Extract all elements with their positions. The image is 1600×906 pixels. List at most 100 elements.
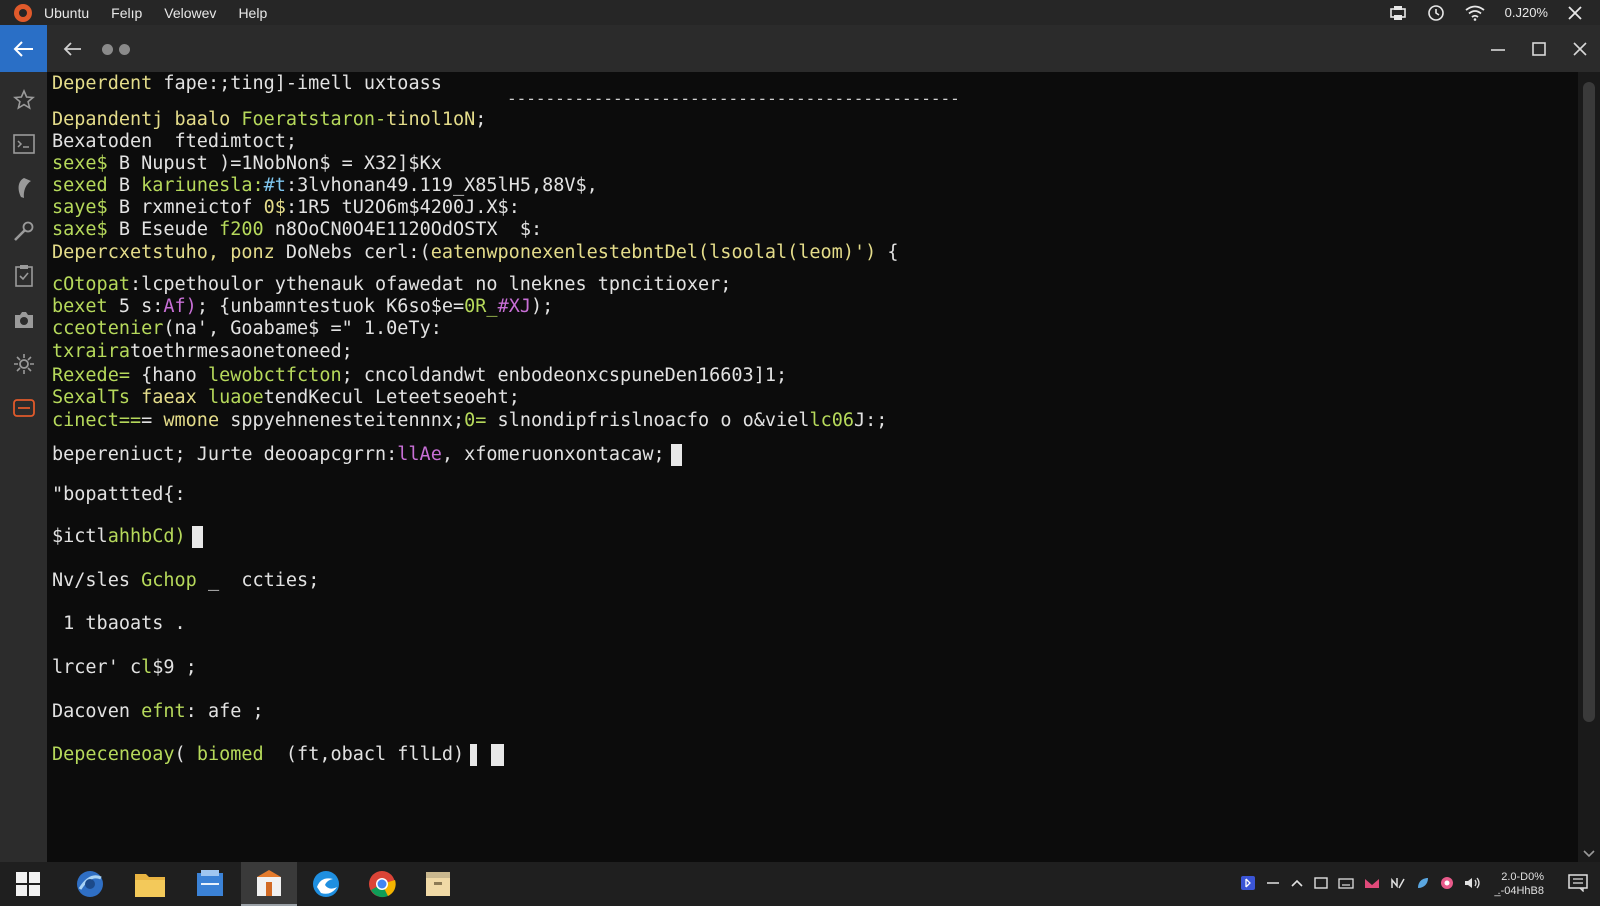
menu-help[interactable]: Help — [238, 5, 267, 21]
menu-velowev[interactable]: Velowev — [164, 5, 216, 21]
minimize-button[interactable] — [1477, 25, 1518, 72]
bluetooth-icon[interactable] — [1240, 875, 1256, 894]
terminal-token: 0$ — [263, 197, 286, 218]
status-percentage: 0.J20% — [1504, 5, 1548, 20]
taskbar-clock[interactable]: 2.0-D0% ̲.-04HhB8 — [1498, 870, 1544, 898]
terminal-token: &viel — [753, 410, 810, 431]
archive-icon[interactable] — [410, 862, 466, 906]
keyboard-icon[interactable] — [1337, 876, 1354, 893]
nav-back-button[interactable] — [58, 34, 88, 64]
terminal-token: lc06 — [809, 410, 854, 431]
terminal-token: n8OoCN0O4E1120OdOSTX $: — [274, 219, 543, 240]
terminal-token: fape:;ting]-imell — [163, 73, 353, 94]
terminal-token: saxe$ — [52, 219, 108, 240]
terminal-line: sexed B kariunesla:#t:3lvhonan49.119_X85… — [52, 175, 598, 197]
terminal-line: txrairatoethrmesaonetoneed; — [52, 341, 353, 363]
terminal-token: ; — [475, 109, 487, 130]
terminal-line: Nv/sles Gchop _ ccties; — [52, 570, 319, 592]
settings-icon[interactable] — [0, 342, 47, 386]
window-icon[interactable] — [1313, 876, 1328, 893]
terminal-token: #t — [263, 175, 286, 196]
file-explorer-icon[interactable] — [122, 862, 178, 906]
scrollbar-thumb[interactable] — [1583, 82, 1595, 722]
terminal-token: l — [141, 657, 153, 678]
network-icon[interactable] — [1390, 876, 1406, 893]
window-title-bar — [0, 25, 1600, 72]
terminal-token: :3lvhonan49.119_X85lH5,88V$, — [285, 175, 598, 196]
terminal-token: pcgrrn: — [319, 444, 398, 465]
wifi-icon[interactable] — [1465, 5, 1485, 21]
ubuntu-logo-icon[interactable] — [14, 3, 32, 22]
terminal-token: Eseude — [141, 219, 208, 240]
tab-dots[interactable] — [102, 44, 130, 55]
tag-icon[interactable] — [0, 166, 47, 210]
terminal-token: Gchop — [141, 570, 197, 591]
terminal-token: DoNebs cerl:( — [274, 242, 431, 263]
chevron-up-icon[interactable] — [1290, 876, 1304, 893]
terminal-line: 1 tbaoats . — [52, 613, 186, 634]
terminal-token: _ ccties; — [196, 570, 320, 591]
chrome-icon[interactable] — [354, 862, 410, 906]
terminal-token: llAe — [397, 444, 442, 465]
inbox-icon[interactable] — [0, 386, 47, 430]
menu-ubuntu[interactable]: Ubuntu — [44, 5, 89, 21]
dash-icon[interactable] — [1266, 876, 1280, 893]
terminal-token: cceotenier — [52, 318, 164, 339]
clock-line-1: 2.0-D0% — [1501, 871, 1544, 883]
mail-icon[interactable] — [1364, 876, 1380, 893]
edge-icon[interactable] — [298, 862, 354, 906]
terminal-token: cinect== — [52, 410, 142, 431]
terminal-token: Af) — [163, 296, 197, 317]
leaf-icon[interactable] — [1416, 876, 1430, 893]
chevron-down-icon[interactable] — [1582, 848, 1596, 858]
terminal-line: Depandentj baalo Foeratstaron-tinol1oN; — [52, 109, 486, 131]
terminal-token: ; {unbamntestuok K6so$e= — [196, 296, 465, 317]
terminal-token: SexalTs — [52, 387, 130, 408]
volume-icon[interactable] — [1464, 876, 1482, 893]
package-icon[interactable] — [241, 862, 297, 906]
terminal-token: B — [118, 219, 130, 240]
camera-icon[interactable] — [0, 298, 47, 342]
documents-icon[interactable] — [182, 862, 238, 906]
terminal-panel-icon[interactable] — [0, 122, 47, 166]
close-icon[interactable] — [1568, 5, 1582, 20]
terminal-line: "bopattted{: — [52, 484, 186, 505]
terminal-token: luaoe — [207, 387, 264, 408]
star-icon[interactable] — [0, 78, 47, 122]
terminal-token: :lcpethoulor ythenauk ofawedat no lnekne… — [129, 274, 732, 295]
terminal-token: Nv/sles — [52, 570, 142, 591]
terminal-scrollbar[interactable] — [1578, 72, 1600, 862]
back-button[interactable] — [0, 25, 47, 72]
terminal-token: ; cncoldandwt enbodeonxcspuneDen16603]1; — [341, 365, 788, 386]
terminal-token: lrcer' c — [52, 657, 142, 678]
notification-icon[interactable] — [1568, 873, 1588, 895]
terminal-token: biomed — [196, 744, 264, 765]
top-status-tray: 0.J20% — [1389, 0, 1600, 25]
terminal-token: $ictl — [52, 526, 108, 547]
terminal-token: Foeratstaron- — [241, 109, 387, 130]
browser-icon[interactable] — [62, 862, 118, 906]
terminal-line: SexalTs faeax luaoetendKecul Leteetseoeh… — [52, 387, 520, 409]
terminal-token: { — [876, 242, 899, 263]
terminal-token: Depeceneoay — [52, 744, 175, 765]
clock-circle-icon[interactable] — [1427, 4, 1445, 22]
terminal-token: baalo — [174, 109, 231, 130]
terminal-output[interactable]: Deperdent fape:;ting]-imell uxtoass ----… — [47, 72, 1578, 862]
clipboard-icon[interactable] — [0, 254, 47, 298]
terminal-token: bexet — [52, 296, 108, 317]
terminal-token: kariunesla: — [141, 175, 264, 196]
record-icon[interactable] — [1440, 876, 1454, 893]
terminal-token: {hano — [129, 365, 208, 386]
printer-icon[interactable] — [1389, 5, 1407, 21]
arrow-left-icon — [13, 40, 33, 57]
menu-felip[interactable]: Felıp — [111, 5, 142, 21]
maximize-button[interactable] — [1518, 25, 1559, 72]
terminal-token: (na', Goabame$ =" 1.0eTy: — [163, 318, 442, 339]
close-button[interactable] — [1559, 25, 1600, 72]
terminal-token: Deperdent — [52, 73, 153, 94]
terminal-token: lewobctfcton — [207, 365, 342, 386]
close-icon — [1572, 41, 1587, 56]
windows-start-icon[interactable] — [0, 862, 56, 906]
wrench-icon[interactable] — [0, 210, 47, 254]
terminal-token: wmone — [163, 410, 220, 431]
